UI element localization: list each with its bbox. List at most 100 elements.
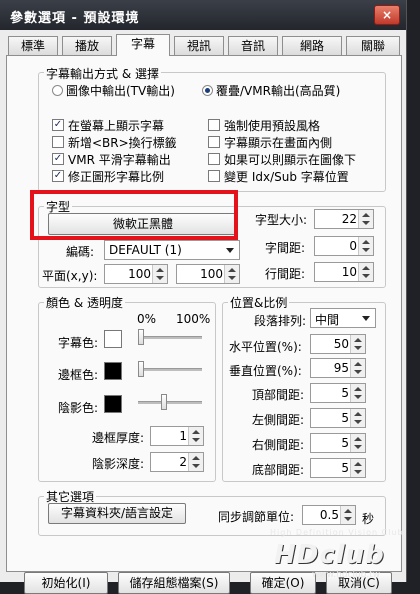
checkbox-show-subtitles-label: 在螢幕上顯示字幕 — [68, 119, 165, 133]
font-size-value: 22 — [341, 212, 357, 226]
align-select[interactable]: 中間 — [310, 308, 376, 328]
border-width-label: 邊框厚度: — [92, 431, 145, 445]
radio-image-output-label: 圖像中輸出(TV輸出) — [66, 84, 175, 98]
spinner-arrows-icon[interactable] — [350, 384, 365, 402]
spinner-arrows-icon[interactable] — [152, 265, 167, 283]
sync-unit-spinner[interactable]: 0.5 — [302, 505, 356, 525]
h-position-label: 水平位置(%): — [229, 340, 302, 354]
radio-overlay-output-label: 覆疊/VMR輸出(高品質) — [216, 84, 341, 98]
spinner-arrows-icon[interactable] — [350, 434, 365, 452]
char-spacing-spinner[interactable]: 0 — [314, 236, 374, 256]
spinner-arrows-icon[interactable] — [358, 237, 373, 255]
spinner-arrows-icon[interactable] — [350, 409, 365, 427]
color-group-label: 顏色 & 透明度 — [44, 294, 125, 311]
v-position-spinner[interactable]: 95 — [310, 358, 366, 378]
char-spacing-value: 0 — [349, 239, 357, 253]
chevron-down-icon — [362, 316, 370, 321]
save-config-button[interactable]: 儲存組態檔案(S) — [118, 572, 230, 594]
watermark-logo: HDclub — [274, 540, 385, 570]
shadow-color-swatch[interactable] — [104, 395, 122, 413]
plane-label: 平面(x,y): — [42, 269, 98, 283]
tab-standard[interactable]: 標準 — [8, 36, 58, 55]
checkbox-inside-frame[interactable] — [208, 136, 220, 148]
left-margin-value: 5 — [341, 411, 349, 425]
shadow-depth-value: 2 — [179, 455, 187, 469]
border-opacity-slider[interactable] — [138, 359, 202, 379]
tab-network[interactable]: 網路 — [282, 36, 342, 55]
radio-image-output[interactable] — [52, 85, 63, 96]
encoding-select[interactable]: DEFAULT (1) — [104, 240, 240, 260]
checkbox-idx-sub-position[interactable] — [208, 170, 220, 182]
h-position-spinner[interactable]: 50 — [310, 334, 366, 354]
shadow-depth-label: 陰影深度: — [92, 457, 145, 471]
right-margin-spinner[interactable]: 5 — [310, 433, 366, 453]
spinner-arrows-icon[interactable] — [188, 453, 203, 471]
plane-y-spinner[interactable]: 100 — [176, 264, 240, 284]
tab-subtitle[interactable]: 字幕 — [116, 34, 170, 56]
tab-association[interactable]: 關聯 — [346, 36, 400, 55]
position-group-label: 位置&比例 — [228, 294, 290, 311]
checkbox-add-br-label: 新增<BR>換行標籤 — [68, 136, 177, 150]
shadow-color-label: 陰影色: — [58, 401, 99, 415]
sync-unit-value: 0.5 — [319, 508, 339, 522]
checkbox-vmr-smooth[interactable]: ✓ — [52, 153, 64, 165]
sync-seconds-label: 秒 — [362, 512, 375, 526]
subtitle-opacity-slider[interactable] — [138, 327, 202, 347]
left-margin-spinner[interactable]: 5 — [310, 408, 366, 428]
checkbox-force-default-style-label: 強制使用預設風格 — [224, 119, 321, 133]
bottom-margin-value: 5 — [341, 461, 349, 475]
highlight-box — [30, 190, 238, 240]
spinner-arrows-icon[interactable] — [358, 263, 373, 281]
tab-playback[interactable]: 播放 — [62, 36, 112, 55]
bottom-margin-spinner[interactable]: 5 — [310, 458, 366, 478]
checkbox-add-br[interactable] — [52, 136, 64, 148]
spinner-arrows-icon[interactable] — [358, 210, 373, 228]
checkbox-fix-ratio[interactable]: ✓ — [52, 170, 64, 182]
top-margin-spinner[interactable]: 5 — [310, 383, 366, 403]
font-size-spinner[interactable]: 22 — [314, 209, 374, 229]
subtitle-folder-button[interactable]: 字幕資料夾/語言設定 — [48, 503, 186, 524]
checkbox-idx-sub-position-label: 變更 Idx/Sub 字幕位置 — [224, 170, 349, 184]
border-color-label: 邊框色: — [58, 368, 99, 382]
hdclub-watermark: High Definition Vision Club HDclub www.h… — [270, 528, 418, 580]
char-spacing-label: 字間距: — [265, 241, 306, 255]
radio-overlay-output[interactable] — [202, 85, 213, 96]
opacity-max-label: 100% — [176, 312, 211, 326]
border-width-spinner[interactable]: 1 — [150, 426, 204, 446]
checkbox-force-default-style[interactable] — [208, 119, 220, 131]
plane-x-spinner[interactable]: 100 — [104, 264, 168, 284]
right-margin-value: 5 — [341, 436, 349, 450]
chevron-down-icon — [226, 248, 234, 253]
slider-thumb[interactable] — [138, 361, 144, 377]
spinner-arrows-icon[interactable] — [224, 265, 239, 283]
shadow-opacity-slider[interactable] — [138, 392, 202, 412]
reset-button[interactable]: 初始化(I) — [24, 572, 108, 594]
spinner-arrows-icon[interactable] — [350, 459, 365, 477]
checkbox-vmr-smooth-label: VMR 平滑字幕輸出 — [68, 153, 171, 167]
right-margin-label: 右側間距: — [252, 438, 305, 452]
subtitle-color-label: 字幕色: — [58, 336, 99, 350]
title-bar[interactable]: 參數選項 - 預設環境 × — [0, 0, 406, 30]
tab-audio[interactable]: 音訊 — [228, 36, 278, 55]
spinner-arrows-icon[interactable] — [188, 427, 203, 445]
border-color-swatch[interactable] — [104, 362, 122, 380]
encoding-value: DEFAULT (1) — [109, 243, 182, 257]
line-spacing-spinner[interactable]: 10 — [314, 262, 374, 282]
top-margin-label: 頂部間距: — [252, 388, 305, 402]
sync-unit-label: 同步調節單位: — [218, 510, 295, 524]
tab-video[interactable]: 視訊 — [174, 36, 224, 55]
plane-y-value: 100 — [200, 267, 223, 281]
spinner-arrows-icon[interactable] — [340, 506, 355, 524]
shadow-depth-spinner[interactable]: 2 — [150, 452, 204, 472]
output-group-label: 字幕輸出方式 & 選擇 — [44, 65, 161, 82]
checkbox-show-subtitles[interactable]: ✓ — [52, 119, 64, 131]
slider-thumb[interactable] — [161, 394, 167, 410]
checkbox-fix-ratio-label: 修正圖形字幕比例 — [68, 170, 165, 184]
spinner-arrows-icon[interactable] — [350, 359, 365, 377]
close-button[interactable]: × — [374, 5, 400, 25]
subtitle-color-swatch[interactable] — [104, 330, 122, 348]
checkbox-below-image[interactable] — [208, 153, 220, 165]
encoding-label: 編碼: — [66, 245, 95, 259]
slider-thumb[interactable] — [138, 329, 144, 345]
spinner-arrows-icon[interactable] — [350, 335, 365, 353]
